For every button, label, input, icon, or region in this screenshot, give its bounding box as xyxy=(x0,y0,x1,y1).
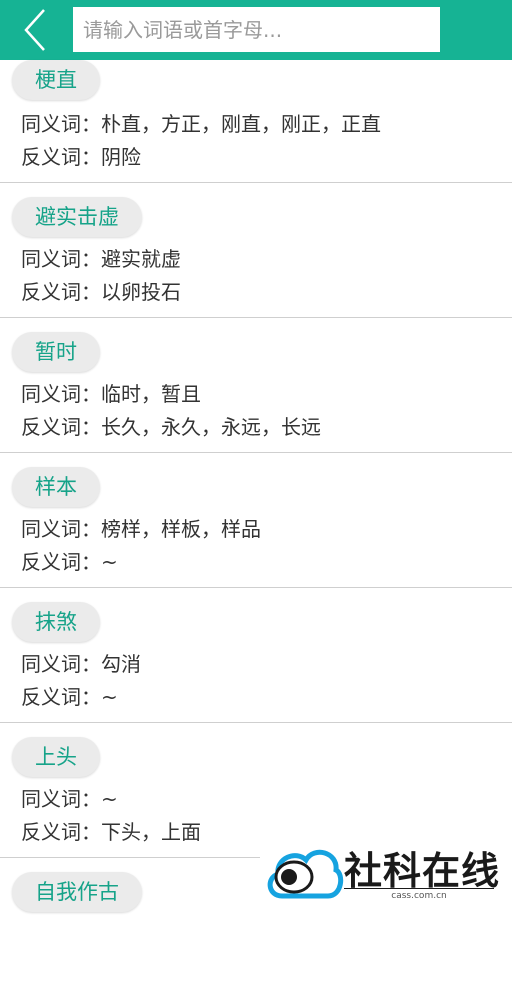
cloud-eye-icon xyxy=(267,849,344,899)
synonyms-text: 同义词：避实就虚 xyxy=(21,247,181,271)
word-chip[interactable]: 抹煞 xyxy=(12,602,100,642)
search-input[interactable] xyxy=(73,7,440,52)
list-item[interactable]: 梗直 同义词：朴直，方正，刚直，刚正，正直 反义词：阴险 xyxy=(0,60,512,183)
synonyms-text: 同义词：勾消 xyxy=(21,652,141,676)
watermark-domain: cass.com.cn xyxy=(344,888,494,901)
antonyms-text: 反义词：长久，永久，永远，长远 xyxy=(21,415,321,439)
list-item[interactable]: 抹煞 同义词：勾消 反义词：~ xyxy=(0,588,512,723)
synonyms-text: 同义词：朴直，方正，刚直，刚正，正直 xyxy=(21,112,381,136)
antonyms-text: 反义词：~ xyxy=(21,550,118,574)
word-chip[interactable]: 自我作古 xyxy=(12,872,142,912)
word-chip[interactable]: 避实击虚 xyxy=(12,197,142,237)
antonyms-text: 反义词：阴险 xyxy=(21,145,141,169)
word-chip[interactable]: 梗直 xyxy=(12,60,100,100)
antonyms-text: 反义词：以卵投石 xyxy=(21,280,181,304)
list-item[interactable]: 样本 同义词：榜样，样板，样品 反义词：~ xyxy=(0,453,512,588)
antonyms-text: 反义词：下头，上面 xyxy=(21,820,201,844)
word-chip[interactable]: 样本 xyxy=(12,467,100,507)
list-item[interactable]: 暂时 同义词：临时，暂且 反义词：长久，永久，永远，长远 xyxy=(0,318,512,453)
watermark-name: 社科在线 xyxy=(344,848,501,893)
chevron-left-icon xyxy=(24,9,45,51)
word-chip[interactable]: 上头 xyxy=(12,737,100,777)
synonyms-text: 同义词：~ xyxy=(21,787,118,811)
synonyms-text: 同义词：临时，暂且 xyxy=(21,382,201,406)
watermark-logo: 社科在线 cass.com.cn xyxy=(260,830,512,911)
antonyms-text: 反义词：~ xyxy=(21,685,118,709)
top-bar xyxy=(0,0,512,60)
word-chip[interactable]: 暂时 xyxy=(12,332,100,372)
synonyms-text: 同义词：榜样，样板，样品 xyxy=(21,517,261,541)
back-button[interactable] xyxy=(14,8,54,52)
list-item[interactable]: 避实击虚 同义词：避实就虚 反义词：以卵投石 xyxy=(0,183,512,318)
